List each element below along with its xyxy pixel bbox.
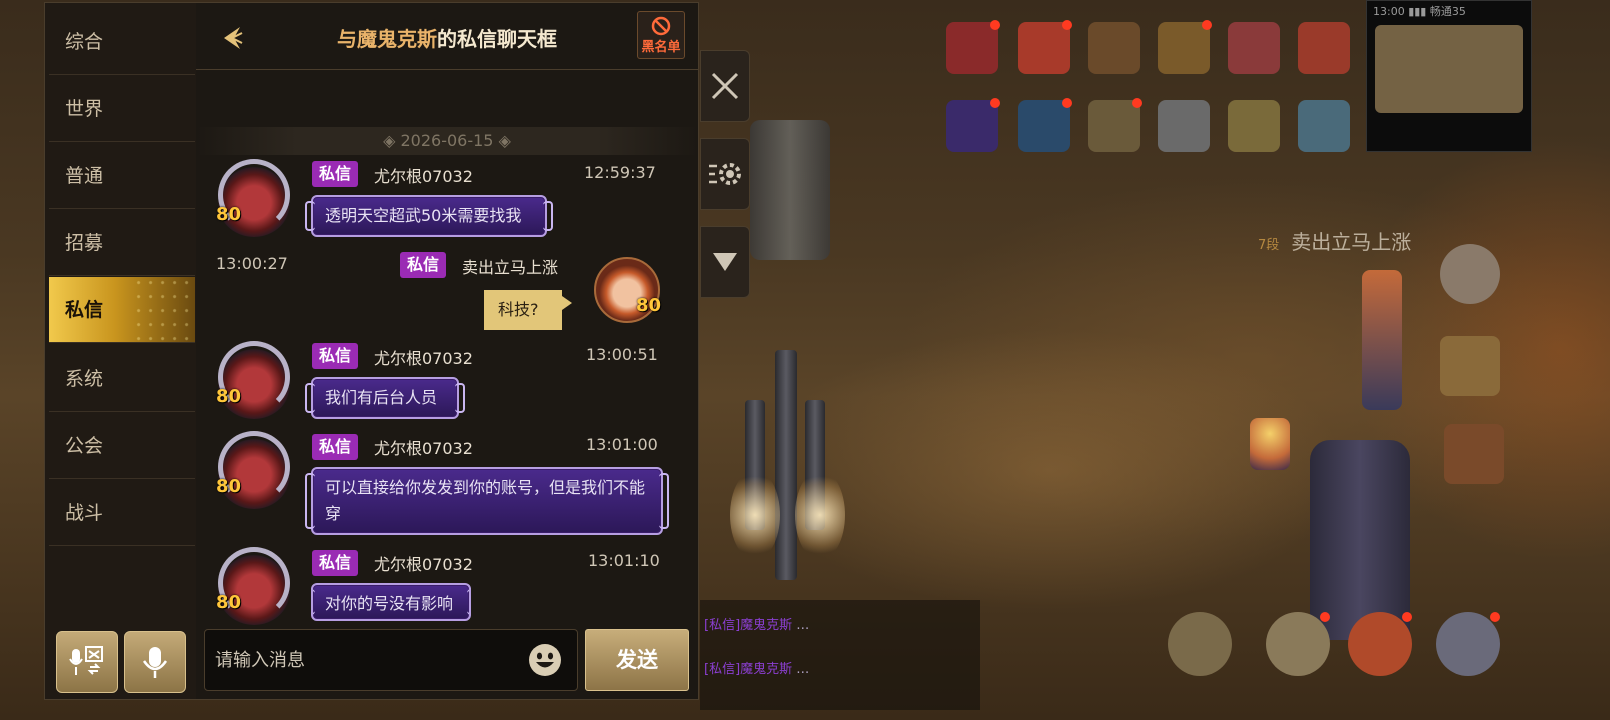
my-level: 80 (636, 295, 662, 316)
player-character[interactable] (1362, 270, 1402, 410)
chat-channel-sidebar: 综合 世界 普通 招募 私信 系统 公会 战斗 (44, 2, 198, 700)
tower-building (1310, 440, 1410, 640)
sender-name[interactable]: 尤尔根07032 (374, 435, 473, 459)
message-bubble[interactable]: 我们有后台人员 (305, 377, 465, 419)
sender-avatar[interactable] (216, 547, 292, 625)
hud-guild-icon[interactable] (1440, 336, 1500, 396)
sender-level: 80 (216, 204, 242, 225)
sender-name[interactable]: 尤尔根07032 (374, 163, 473, 187)
voice-button[interactable] (124, 631, 186, 693)
hud-calendar-icon[interactable] (946, 20, 1000, 74)
hud-magic-icon[interactable] (1018, 98, 1072, 152)
collapse-button[interactable] (700, 226, 750, 298)
message-bubble[interactable]: 可以直接给你发发到你的账号，但是我们不能穿 (305, 467, 669, 535)
message-time: 13:00:51 (586, 345, 658, 364)
sender-name[interactable]: 尤尔根07032 (374, 345, 473, 369)
private-tag: 私信 (400, 252, 447, 278)
message-input-container (204, 629, 578, 691)
message-input[interactable] (213, 642, 517, 678)
sender-level: 80 (216, 476, 242, 497)
floating-prefix: 7段 (1258, 238, 1280, 253)
message-time: 12:59:37 (584, 163, 656, 182)
hud-duel-icon[interactable] (1440, 244, 1500, 304)
hud-shop-icon[interactable] (1158, 20, 1212, 74)
hud-gift-icon[interactable] (1018, 20, 1072, 74)
sender-avatar[interactable] (216, 431, 292, 509)
hud-hammer-icon[interactable] (1088, 22, 1140, 74)
channel-tab-system[interactable]: 系统 (49, 346, 195, 412)
sender-name[interactable]: 尤尔根07032 (374, 551, 473, 575)
private-tag: 私信 (312, 161, 359, 187)
channel-tab-world[interactable]: 世界 (49, 76, 195, 142)
bottom-character-icon[interactable] (1168, 612, 1232, 676)
sender-level: 80 (216, 386, 242, 407)
hud-quest-icon[interactable] (1444, 424, 1504, 484)
message-time: 13:01:00 (586, 435, 658, 454)
npc-character[interactable] (1250, 418, 1290, 470)
floating-chat-bubble: 7段 卖出立马上涨 (1258, 226, 1411, 255)
translate-button[interactable] (56, 631, 118, 693)
hud-war-icon[interactable] (1298, 100, 1350, 152)
chat-settings-button[interactable] (700, 138, 750, 210)
hud-dungeon-icon[interactable] (946, 98, 1000, 152)
settings-gear-icon (709, 163, 741, 185)
blacklist-button[interactable]: 黑名单 (637, 11, 685, 59)
send-button[interactable]: 发送 (585, 629, 689, 691)
background-chat-log: [私信]魔鬼克斯 … [私信]魔鬼克斯 … (700, 600, 980, 710)
channel-tab-recruit[interactable]: 招募 (49, 210, 195, 276)
barrel-prop (750, 120, 830, 260)
message-bubble[interactable]: 透明天空超武50米需要找我 (305, 195, 553, 237)
hud-store-icon[interactable] (1228, 22, 1280, 74)
channel-tab-battle[interactable]: 战斗 (49, 480, 195, 546)
hud-notice-icon[interactable] (1158, 100, 1210, 152)
speech-translate-icon (69, 646, 103, 675)
blacklist-label: 黑名单 (641, 40, 681, 55)
close-button[interactable] (700, 50, 750, 122)
chat-title: 与魔鬼克斯的私信聊天框 (196, 23, 698, 52)
bottom-bag-icon[interactable] (1436, 612, 1500, 676)
private-tag: 私信 (312, 550, 359, 576)
channel-tab-general[interactable]: 综合 (49, 9, 195, 75)
minimap[interactable]: 13:00 ▮▮▮ 畅通35 (1366, 0, 1532, 152)
bottom-craft-icon[interactable] (1266, 612, 1330, 676)
hud-book-icon[interactable] (1088, 98, 1142, 152)
lamp-glow (795, 470, 845, 560)
floating-text: 卖出立马上涨 (1291, 230, 1412, 254)
channel-tab-private[interactable]: 私信 (49, 277, 195, 343)
emoji-icon[interactable] (527, 642, 563, 678)
message-time: 13:01:10 (588, 551, 660, 570)
minimap-area[interactable] (1375, 25, 1523, 113)
sender-avatar[interactable] (216, 159, 292, 237)
hud-map-icon[interactable] (1228, 100, 1280, 152)
message-time: 13:00:27 (216, 254, 288, 273)
lamp-post (775, 350, 797, 580)
private-tag: 私信 (312, 434, 359, 460)
channel-tab-guild[interactable]: 公会 (49, 413, 195, 479)
chat-title-suffix: 的私信聊天框 (437, 27, 557, 51)
chat-partner-name: 与魔鬼克斯 (337, 27, 437, 51)
my-message-bubble[interactable]: 科技? (484, 290, 572, 330)
my-name: 卖出立马上涨 (462, 258, 559, 277)
private-chat-panel: 与魔鬼克斯的私信聊天框 黑名单 ◈ 2026-06-15 ◈ 80 私信 尤尔根… (196, 2, 699, 700)
date-divider: ◈ 2026-06-15 ◈ (196, 127, 698, 155)
bottom-skill-icon[interactable] (1348, 612, 1412, 676)
private-tag: 私信 (312, 343, 359, 369)
triangle-down-icon (713, 253, 737, 271)
close-icon (711, 72, 739, 100)
chat-header: 与魔鬼克斯的私信聊天框 黑名单 (196, 3, 698, 70)
channel-tab-normal[interactable]: 普通 (49, 143, 195, 209)
sender-avatar[interactable] (216, 341, 292, 419)
microphone-icon (142, 647, 168, 678)
hud-event-icon[interactable] (1298, 22, 1350, 74)
block-icon (651, 16, 671, 36)
message-bubble[interactable]: 对你的号没有影响 (311, 583, 471, 621)
sender-level: 80 (216, 592, 242, 613)
lamp-glow (730, 470, 780, 560)
status-bar-text: 13:00 ▮▮▮ 畅通35 (1373, 5, 1466, 18)
